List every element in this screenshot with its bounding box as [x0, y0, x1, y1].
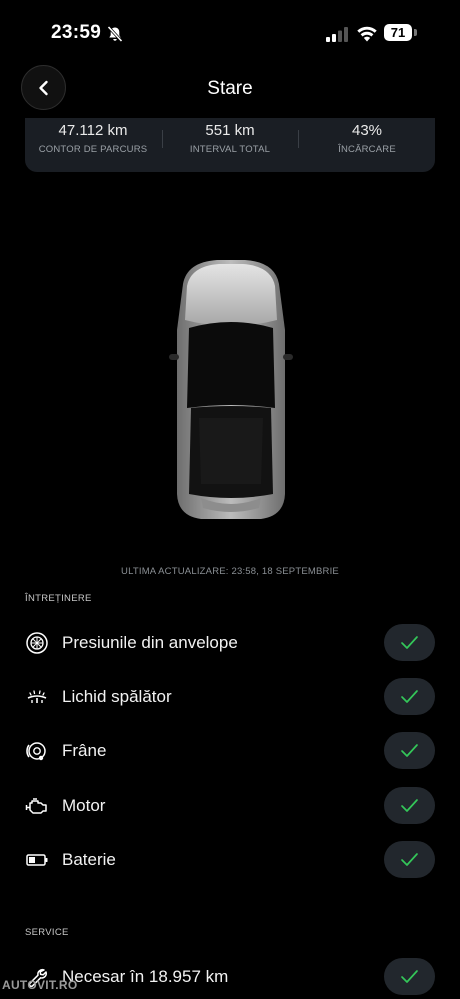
brake-icon	[26, 742, 46, 761]
status-time: 23:59	[51, 22, 102, 43]
status-ok-badge	[384, 958, 435, 995]
checkmark-icon	[401, 853, 418, 866]
status-ok-badge	[384, 678, 435, 715]
status-bar: 23:59 71	[0, 0, 460, 66]
washer-fluid-icon	[27, 690, 47, 703]
battery-level: 71	[384, 24, 412, 41]
checkmark-icon	[401, 744, 418, 757]
battery-icon	[26, 854, 48, 866]
checkmark-icon	[401, 636, 418, 649]
engine-icon	[25, 798, 47, 814]
battery-status: 71	[384, 24, 418, 43]
stat-interval: 551 km INTERVAL TOTAL	[162, 118, 298, 155]
service-heading: SERVICE	[25, 927, 69, 938]
status-ok-badge	[384, 732, 435, 769]
stat-value: 43%	[351, 122, 383, 139]
list-item-label: Motor	[62, 796, 106, 815]
bell-muted-icon	[107, 25, 123, 43]
list-item-label: Frâne	[62, 741, 107, 760]
car-top-view-image	[169, 260, 293, 519]
list-item-tyre-pressure[interactable]: Presiunile din anvelope	[0, 623, 460, 663]
last-update-text: ULTIMA ACTUALIZARE: 23:58, 18 SEPTEMBRIE	[121, 566, 339, 577]
stats-card: 47.112 km CONTOR DE PARCURS 551 km INTER…	[25, 118, 435, 172]
stat-charge: 43% ÎNCĂRCARE	[299, 118, 435, 155]
list-item-engine[interactable]: Motor	[0, 786, 460, 826]
watermark: AUTOVIT.RO	[2, 978, 78, 992]
stat-value: 47.112 km	[58, 122, 128, 139]
checkmark-icon	[401, 690, 418, 703]
list-item-label: Baterie	[62, 850, 116, 869]
stat-value: 551 km	[205, 122, 255, 139]
battery-tip	[414, 29, 417, 36]
list-item-label: Presiunile din anvelope	[62, 633, 238, 652]
tyre-icon	[26, 632, 48, 654]
status-ok-badge	[384, 787, 435, 824]
list-item-label: Lichid spălător	[62, 687, 172, 706]
stat-label: INTERVAL TOTAL	[189, 144, 271, 155]
status-ok-badge	[384, 841, 435, 878]
stat-label: CONTOR DE PARCURS	[38, 144, 148, 155]
checkmark-icon	[401, 970, 418, 983]
list-item-washer-fluid[interactable]: Lichid spălător	[0, 677, 460, 717]
page-title: Stare	[207, 78, 253, 99]
status-ok-badge	[384, 624, 435, 661]
list-item-brakes[interactable]: Frâne	[0, 731, 460, 771]
maintenance-heading: ÎNTREȚINERE	[25, 593, 92, 604]
stat-label: ÎNCĂRCARE	[338, 144, 396, 155]
checkmark-icon	[401, 799, 418, 812]
list-item-label: Necesar în 18.957 km	[62, 967, 229, 986]
list-item-battery[interactable]: Baterie	[0, 840, 460, 880]
wifi-icon	[357, 26, 377, 42]
cellular-signal-icon	[326, 27, 348, 42]
stat-odometer: 47.112 km CONTOR DE PARCURS	[25, 118, 161, 155]
